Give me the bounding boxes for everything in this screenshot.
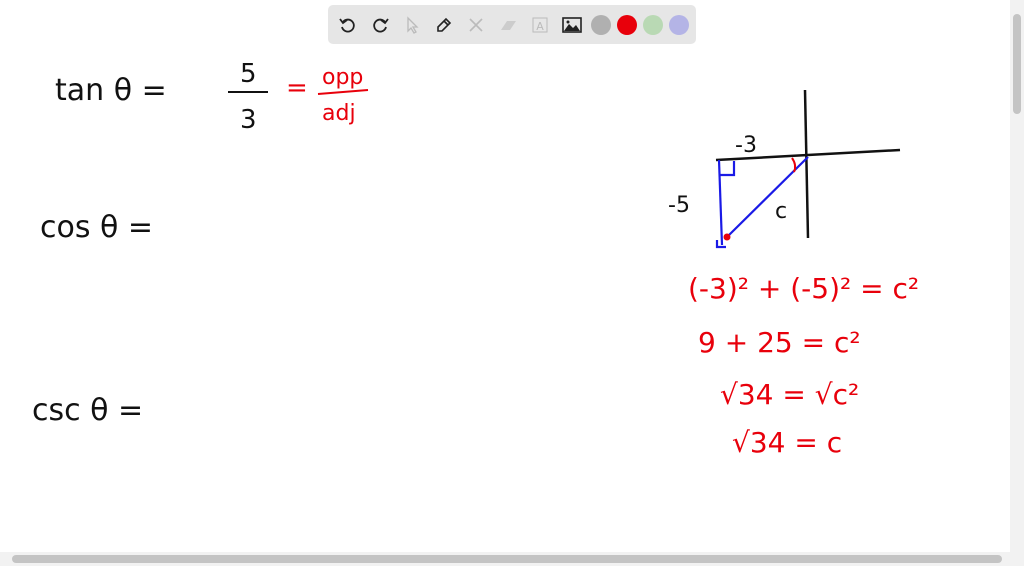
pythagorean-step-2: 9 + 25 = c²: [698, 326, 861, 359]
pythagorean-step-1: (-3)² + (-5)² = c²: [688, 272, 919, 305]
tan-expression: tan θ =: [55, 73, 167, 108]
equals-red: =: [286, 73, 308, 103]
pythagorean-step-4: √34 = c: [732, 426, 842, 459]
horizontal-scroll-thumb[interactable]: [12, 555, 1002, 563]
cos-expression: cos θ =: [40, 210, 153, 245]
ratio-bar: [317, 89, 369, 95]
pythagorean-step-3: √34 = √c²: [720, 378, 859, 411]
vertical-scrollbar[interactable]: [1010, 0, 1024, 552]
horizontal-scrollbar[interactable]: [0, 552, 1024, 566]
x-leg-label: -3: [735, 133, 757, 158]
csc-expression: csc θ =: [32, 393, 143, 428]
tan-numerator: 5: [240, 59, 257, 89]
whiteboard-canvas[interactable]: tan θ = 5 3 cos θ = csc θ = = opp adj -3…: [0, 0, 1010, 552]
adj-label: adj: [322, 101, 356, 126]
y-leg-label: -5: [668, 193, 690, 218]
tan-denominator: 3: [240, 105, 257, 135]
coordinate-axes: -3 -5 c: [668, 89, 901, 239]
hypotenuse-label: c: [775, 199, 787, 224]
vertical-scroll-thumb[interactable]: [1013, 14, 1021, 114]
point-marker: [723, 233, 731, 241]
opp-label: opp: [322, 65, 363, 90]
